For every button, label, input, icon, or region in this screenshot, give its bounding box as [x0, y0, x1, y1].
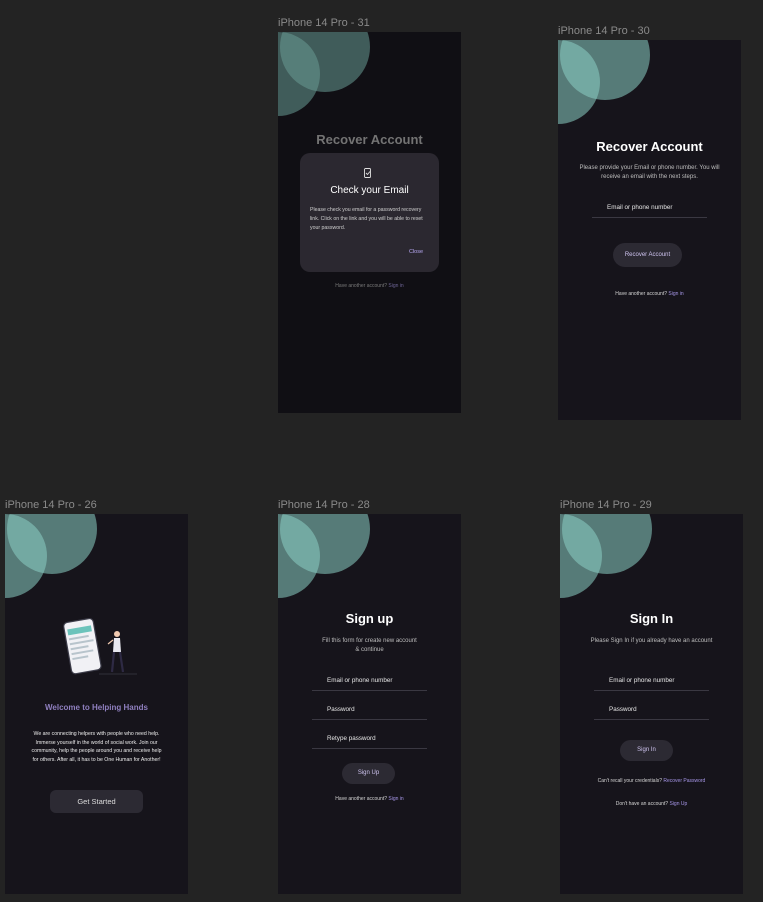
footer: Don't have an account? Sign Up [560, 801, 743, 807]
frame-label: iPhone 14 Pro - 28 [278, 499, 370, 511]
recall-text: Can't recall your credentials? [597, 778, 662, 784]
password-field-label: Password [327, 706, 355, 713]
page-subtitle: Please Sign In if you already have an ac… [590, 638, 713, 644]
footer-text: Have another account? [335, 283, 387, 289]
recover-password-link[interactable]: Recover Password [663, 778, 705, 784]
password-field[interactable]: Password [312, 703, 427, 720]
email-field[interactable]: Email or phone number [592, 201, 707, 218]
get-started-button[interactable]: Get Started [50, 790, 143, 813]
footer-text: Have another account? [335, 796, 387, 802]
footer: Have another account? Sign in [278, 796, 461, 802]
welcome-title: Welcome to Helping Hands [45, 703, 148, 712]
frame-label: iPhone 14 Pro - 30 [558, 25, 650, 37]
retype-password-field-label: Retype password [327, 735, 376, 742]
email-field-label: Email or phone number [609, 677, 675, 684]
frame-label: iPhone 14 Pro - 31 [278, 17, 370, 29]
page-title: Sign In [629, 611, 674, 626]
welcome-illustration [61, 614, 141, 678]
sign-in-link[interactable]: Sign in [388, 283, 403, 289]
email-sent-icon [364, 165, 372, 178]
sign-up-button[interactable]: Sign Up [342, 763, 395, 784]
footer: Have another account? Sign in [558, 291, 741, 297]
sign-in-link[interactable]: Sign in [668, 291, 683, 297]
retype-password-field[interactable]: Retype password [312, 732, 427, 749]
frame-sign-up: Sign up Fill this form for create new ac… [278, 514, 461, 894]
email-field[interactable]: Email or phone number [312, 674, 427, 691]
footer-text: Don't have an account? [615, 801, 669, 807]
dialog-title: Check your Email [330, 185, 409, 196]
check-email-dialog: Check your Email Please check you email … [300, 153, 439, 272]
email-field-label: Email or phone number [607, 204, 673, 211]
dialog-body: Please check you email for a password re… [310, 207, 423, 231]
page-title: Sign up [345, 611, 394, 626]
frame-sign-in: Sign In Please Sign In if you already ha… [560, 514, 743, 894]
welcome-body: We are connecting helpers with people wh… [31, 731, 162, 763]
sign-in-link[interactable]: Sign in [388, 796, 403, 802]
close-button[interactable]: Close [409, 249, 423, 255]
password-field[interactable]: Password [594, 703, 709, 720]
frame-recover-dialog: Recover Account Check your Email Please … [278, 32, 461, 413]
page-title: Recover Account [596, 139, 703, 154]
sign-in-button[interactable]: Sign In [620, 740, 673, 761]
footer-text: Have another account? [615, 291, 667, 297]
sign-up-link[interactable]: Sign Up [669, 801, 687, 807]
page-subtitle: Fill this form for create new account & … [322, 638, 417, 653]
recall-row: Can't recall your credentials? Recover P… [560, 778, 743, 784]
frame-label: iPhone 14 Pro - 29 [560, 499, 652, 511]
email-field-label: Email or phone number [327, 677, 393, 684]
footer: Have another account? Sign in [278, 283, 461, 289]
frame-recover: Recover Account Please provide your Emai… [558, 40, 741, 420]
frame-label: iPhone 14 Pro - 26 [5, 499, 97, 511]
email-field[interactable]: Email or phone number [594, 674, 709, 691]
page-subtitle: Please provide your Email or phone numbe… [579, 165, 720, 180]
password-field-label: Password [609, 706, 637, 713]
frame-welcome: Welcome to Helping Hands We are connecti… [5, 514, 188, 894]
recover-account-button[interactable]: Recover Account [613, 243, 682, 267]
